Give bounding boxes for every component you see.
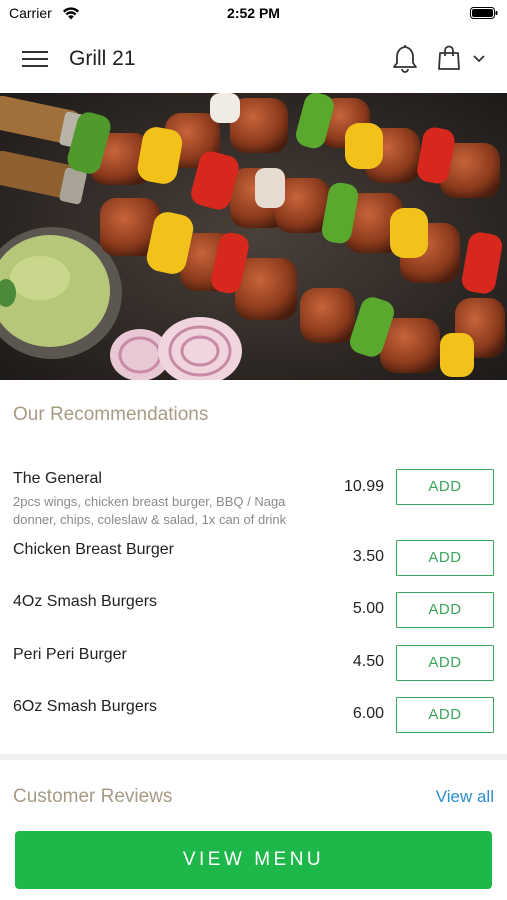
shopping-bag-icon[interactable] bbox=[437, 45, 461, 71]
add-button[interactable]: ADD bbox=[396, 540, 494, 576]
item-description: 2pcs wings, chicken breast burger, BBQ /… bbox=[13, 494, 287, 527]
chevron-down-icon[interactable] bbox=[472, 54, 486, 64]
item-price: 3.50 bbox=[352, 548, 384, 565]
add-button[interactable]: ADD bbox=[396, 592, 494, 628]
reviews-title: Customer Reviews bbox=[13, 786, 173, 807]
status-bar: Carrier 2:52 PM bbox=[0, 0, 507, 26]
add-button[interactable]: ADD bbox=[396, 697, 494, 733]
restaurant-title: Grill 21 bbox=[69, 47, 136, 70]
section-divider bbox=[0, 754, 507, 760]
recommendations-title: Our Recommendations bbox=[13, 404, 209, 425]
item-price: 6.00 bbox=[352, 705, 384, 722]
item-price: 10.99 bbox=[343, 478, 384, 495]
battery-icon bbox=[470, 7, 498, 19]
hamburger-menu-icon[interactable] bbox=[22, 49, 48, 69]
view-menu-button[interactable]: VIEW MENU bbox=[15, 831, 492, 889]
item-name: The General bbox=[13, 470, 102, 487]
view-all-reviews-link[interactable]: View all bbox=[436, 787, 494, 807]
add-button[interactable]: ADD bbox=[396, 645, 494, 681]
item-name: Chicken Breast Burger bbox=[13, 541, 174, 558]
status-time: 2:52 PM bbox=[227, 5, 280, 21]
item-name: Peri Peri Burger bbox=[13, 646, 127, 663]
notification-bell-icon[interactable] bbox=[391, 43, 419, 73]
item-price: 5.00 bbox=[352, 600, 384, 617]
item-name: 6Oz Smash Burgers bbox=[13, 698, 158, 715]
add-button[interactable]: ADD bbox=[396, 469, 494, 505]
item-name: 4Oz Smash Burgers bbox=[13, 593, 158, 610]
hero-food-image bbox=[0, 93, 507, 380]
app-header: Grill 21 bbox=[0, 26, 507, 93]
item-price: 4.50 bbox=[352, 653, 384, 670]
